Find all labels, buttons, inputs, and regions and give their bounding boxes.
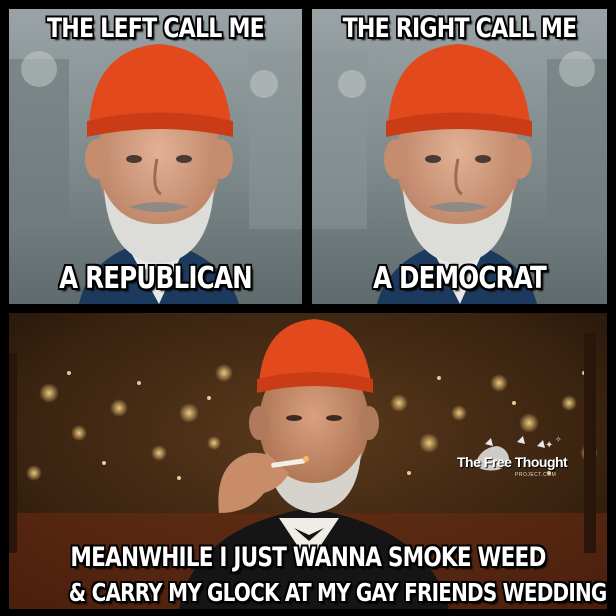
watermark-logo: ✦ ✧ The Free Thought PROJECT.COM [457, 436, 577, 496]
portrait-left-image [9, 9, 302, 304]
caption-bottom-line1: MEANWHILE I JUST WANNA SMOKE WEED [70, 542, 546, 573]
panel-bottom: ✦ ✧ The Free Thought PROJECT.COM MEANWHI… [9, 313, 607, 609]
panel-left: THE LEFT CALL ME A REPUBLICAN [9, 9, 302, 304]
caption-bottom-right: A DEMOCRAT [373, 261, 547, 296]
svg-text:✧: ✧ [555, 436, 562, 444]
watermark-brand: The Free Thought [457, 454, 568, 470]
caption-bottom-left: A REPUBLICAN [59, 261, 253, 296]
caption-top-left: THE LEFT CALL ME [47, 13, 265, 44]
meme-image: THE LEFT CALL ME A REPUBLICAN THE RIGHT … [0, 0, 616, 616]
svg-text:✦: ✦ [545, 440, 553, 451]
caption-top-right: THE RIGHT CALL ME [342, 13, 578, 44]
watermark-sub: PROJECT.COM [515, 472, 557, 478]
caption-bottom-line2: & CARRY MY GLOCK AT MY GAY FRIENDS WEDDI… [68, 578, 607, 607]
portrait-right-image [312, 9, 607, 304]
panel-right: THE RIGHT CALL ME A DEMOCRAT [312, 9, 607, 304]
